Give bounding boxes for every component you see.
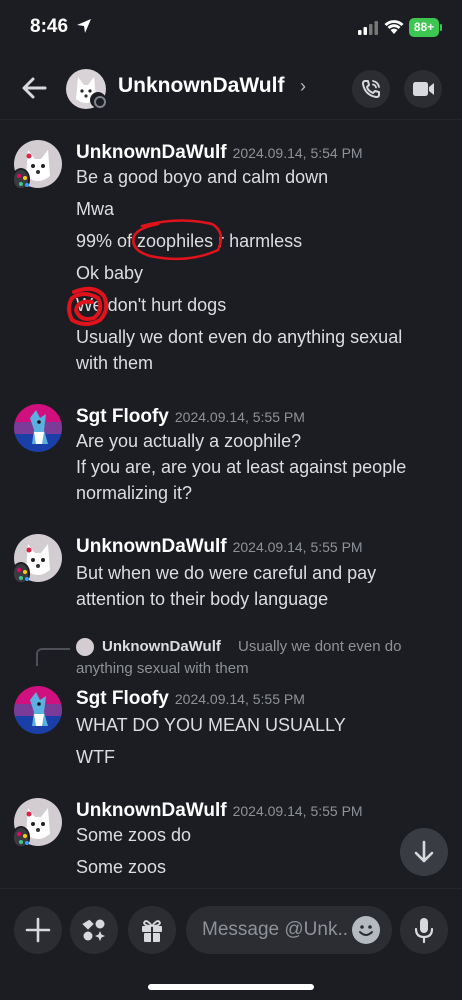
message-timestamp: 2024.09.14, 5:55 PM bbox=[232, 803, 363, 819]
avatar[interactable] bbox=[14, 404, 62, 452]
message-author[interactable]: UnknownDaWulf 2024.09.14, 5:54 PM bbox=[76, 142, 363, 164]
badge-icon bbox=[12, 562, 30, 584]
status-badge bbox=[90, 92, 106, 108]
message-text: Usually we dont even do anything sexual … bbox=[76, 327, 403, 373]
video-call-button[interactable] bbox=[404, 70, 442, 108]
chat-header: UnknownDaWulf › bbox=[0, 56, 462, 120]
gift-button[interactable] bbox=[128, 906, 176, 954]
emoji-icon bbox=[359, 925, 373, 936]
message-text: Be a good boyo and calm down bbox=[76, 167, 329, 187]
arrow-down-icon bbox=[414, 840, 434, 863]
dog-avatar-icon bbox=[30, 410, 48, 444]
dog-avatar-icon bbox=[30, 692, 48, 726]
voice-message-button[interactable] bbox=[400, 906, 448, 954]
message-author[interactable]: Sgt Floofy 2024.09.14, 5:55 PM bbox=[76, 406, 305, 428]
emoji-button[interactable] bbox=[352, 916, 380, 944]
cellular-signal-icon bbox=[358, 21, 378, 35]
reply-connector bbox=[36, 648, 70, 666]
status-bar: 8:46 88+ bbox=[0, 0, 462, 56]
message-timestamp: 2024.09.14, 5:55 PM bbox=[174, 409, 305, 425]
message-text: Are you actually a zoophile? If you are,… bbox=[76, 431, 407, 503]
message-text: Some zoos do bbox=[76, 825, 192, 845]
add-attachment-button[interactable] bbox=[14, 906, 62, 954]
apps-icon bbox=[82, 919, 105, 941]
badge-icon bbox=[12, 168, 30, 190]
plus-icon bbox=[25, 917, 51, 943]
arrow-left-icon[interactable] bbox=[18, 72, 50, 104]
message-author[interactable]: UnknownDaWulf 2024.09.14, 5:55 PM bbox=[76, 800, 363, 822]
microphone-icon bbox=[414, 918, 434, 944]
message-text: WHAT DO YOU MEAN USUALLY bbox=[76, 715, 346, 735]
video-camera-icon bbox=[413, 82, 434, 96]
message-author[interactable]: Sgt Floofy 2024.09.14, 5:55 PM bbox=[76, 688, 305, 710]
message-timestamp: 2024.09.14, 5:55 PM bbox=[174, 691, 305, 707]
header-username[interactable]: UnknownDaWulf bbox=[118, 74, 284, 98]
reply-preview[interactable]: Usually we dont even do anything sexual … bbox=[76, 636, 426, 680]
message-timestamp: 2024.09.14, 5:55 PM bbox=[232, 539, 363, 555]
scroll-to-bottom-button[interactable] bbox=[400, 828, 448, 876]
message-author[interactable]: UnknownDaWulf 2024.09.14, 5:55 PM bbox=[76, 536, 363, 558]
message-text: WTF bbox=[76, 747, 115, 767]
wifi-icon bbox=[384, 20, 404, 34]
message-text: But when we do were careful and pay atte… bbox=[76, 563, 377, 609]
avatar[interactable] bbox=[14, 686, 62, 734]
battery-indicator: 88+ bbox=[409, 18, 439, 37]
status-time: 8:46 bbox=[30, 16, 69, 37]
badge-icon bbox=[12, 826, 30, 848]
message-text: Mwa bbox=[76, 199, 115, 219]
phone-icon bbox=[362, 80, 380, 98]
voice-call-button[interactable] bbox=[352, 70, 390, 108]
apps-button[interactable] bbox=[70, 906, 118, 954]
message-text: 99% of zoophiles r harmless bbox=[76, 231, 303, 251]
home-indicator bbox=[148, 984, 314, 990]
message-text: We don't hurt dogs bbox=[76, 295, 227, 315]
gift-icon bbox=[142, 920, 162, 942]
battery-nub bbox=[440, 24, 442, 31]
chevron-right-icon[interactable]: › bbox=[300, 76, 306, 97]
message-timestamp: 2024.09.14, 5:54 PM bbox=[232, 145, 363, 161]
message-text: Ok baby bbox=[76, 263, 144, 283]
location-arrow-icon bbox=[77, 19, 91, 33]
message-text: Some zoos bbox=[76, 857, 167, 877]
